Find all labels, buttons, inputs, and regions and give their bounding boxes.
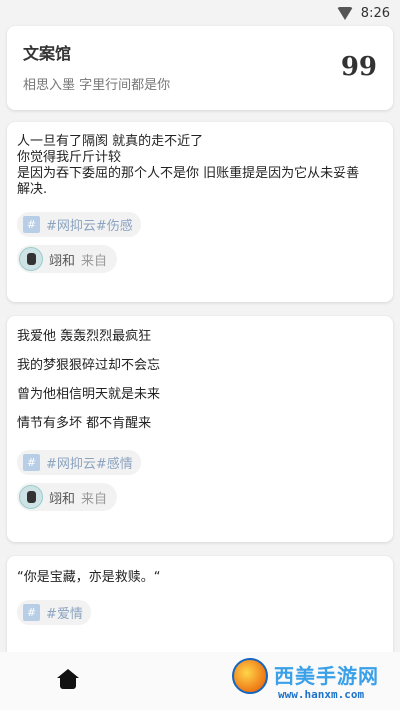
avatar	[19, 485, 43, 509]
hash-icon: #	[23, 604, 40, 621]
quote-line: 你觉得我斤斤计较	[17, 150, 122, 165]
quote-line: 情节有多坏 都不肯醒来	[17, 416, 152, 431]
watermark-brand: 西美手游网	[274, 664, 379, 688]
quote-line: 曾为他相信明天就是未来	[17, 387, 161, 402]
topic-tag[interactable]: # #爱情	[17, 600, 91, 625]
watermark-url: www.hanxm.com	[278, 688, 365, 701]
topic-tag[interactable]: # #网抑云#伤感	[17, 212, 141, 237]
status-time: 8:26	[360, 5, 390, 21]
hash-icon: #	[23, 216, 40, 233]
quote-card[interactable]: 人一旦有了隔阂 就真的走不近了 你觉得我斤斤计较 是因为吞下委屈的那个人不是你 …	[7, 122, 393, 302]
status-bar: 8:26	[0, 0, 400, 26]
quote-card[interactable]: 我爱他 轰轰烈烈最疯狂 我的梦狠狠碎过却不会忘 曾为他相信明天就是未来 情节有多…	[7, 316, 393, 542]
watermark-logo	[232, 658, 268, 694]
quote-card[interactable]: “你是宝藏，亦是救赎。“ # #爱情	[7, 556, 393, 666]
quote-line: 人一旦有了隔阂 就真的走不近了	[17, 134, 204, 149]
author-from-label: 来自	[81, 253, 108, 269]
quote-line: “你是宝藏，亦是救赎。“	[17, 570, 161, 585]
author-from-label: 来自	[81, 491, 108, 507]
author-name: 翊和	[49, 253, 76, 269]
home-icon[interactable]	[57, 669, 79, 689]
topic-tag[interactable]: # #网抑云#感情	[17, 450, 141, 475]
quote-line: 我的梦狠狠碎过却不会忘	[17, 358, 161, 373]
quote-text: 人一旦有了隔阂 就真的走不近了 你觉得我斤斤计较 是因为吞下委屈的那个人不是你 …	[17, 134, 383, 198]
topic-tag-label: #网抑云#感情	[46, 457, 133, 472]
quote-line: 是因为吞下委屈的那个人不是你 旧账重提是因为它从未妥善	[17, 166, 360, 181]
topic-tag-label: #爱情	[46, 607, 83, 622]
quote-line: 我爱他 轰轰烈烈最疯狂	[17, 329, 152, 344]
author-name: 翊和	[49, 491, 76, 507]
quote-text: “你是宝藏，亦是救赎。“	[17, 570, 383, 586]
app-header: 文案馆 相思入墨 字里行间都是你 99	[7, 26, 393, 110]
wifi-icon	[336, 6, 353, 20]
home-icon-base	[60, 677, 76, 689]
watermark: 西美手游网 www.hanxm.com	[202, 654, 392, 704]
quote-text: 我爱他 轰轰烈烈最疯狂 我的梦狠狠碎过却不会忘 曾为他相信明天就是未来 情节有多…	[17, 328, 383, 433]
app-title: 文案馆	[23, 44, 72, 63]
bottom-nav: 西美手游网 www.hanxm.com	[0, 652, 400, 710]
hash-icon: #	[23, 454, 40, 471]
author-chip[interactable]: 翊和 来自	[17, 245, 118, 273]
app-subtitle: 相思入墨 字里行间都是你	[23, 78, 171, 93]
quote-line: 解决.	[17, 182, 48, 197]
avatar	[19, 247, 43, 271]
quote-icon[interactable]: 99	[341, 54, 377, 80]
author-chip[interactable]: 翊和 来自	[17, 483, 118, 511]
topic-tag-label: #网抑云#伤感	[46, 219, 133, 234]
